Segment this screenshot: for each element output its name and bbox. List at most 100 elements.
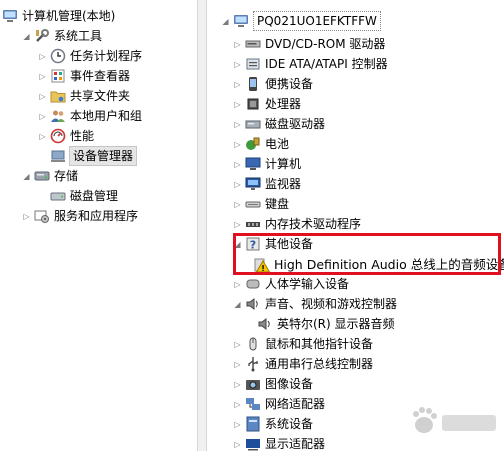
device-category-usb[interactable]: ▷ 通用串行总线控制器: [233, 354, 373, 374]
device-category-label: 图像设备: [265, 377, 314, 391]
tree-label-disk-management: 磁盘管理: [70, 189, 119, 203]
device-item-intel-audio[interactable]: 英特尔(R) 显示器音频: [257, 314, 395, 334]
monitor-icon: [245, 176, 261, 192]
device-category-network[interactable]: ▷ 网络适配器: [233, 394, 325, 414]
expand-arrow-icon[interactable]: ▷: [233, 438, 242, 450]
device-manager-icon: [50, 148, 66, 164]
device-category-label: 人体学输入设备: [265, 277, 350, 291]
device-category-other[interactable]: ◢ 其他设备: [233, 234, 313, 254]
users-icon: [50, 108, 66, 124]
device-category-hid[interactable]: ▷ 人体学输入设备: [233, 274, 349, 294]
device-category-label: 鼠标和其他指针设备: [265, 337, 374, 351]
tree-node-services-apps[interactable]: ▷ 服务和应用程序: [22, 206, 138, 226]
device-item-hd-audio[interactable]: High Definition Audio 总线上的音频设备: [254, 255, 504, 275]
expand-arrow-icon[interactable]: ▷: [233, 398, 242, 410]
expand-arrow-icon[interactable]: ▷: [38, 70, 47, 82]
device-category-mouse[interactable]: ▷ 鼠标和其他指针设备: [233, 334, 373, 354]
device-tree-pane[interactable]: ◢ PQ021UO1EFKTFFW ▷ DVD/CD-ROM 驱动器 ▷ IDE A…: [207, 0, 504, 451]
expand-arrow-icon[interactable]: ▷: [233, 378, 242, 390]
tree-node-event-viewer[interactable]: ▷ 事件查看器: [38, 66, 130, 86]
device-category-ide[interactable]: ▷ IDE ATA/ATAPI 控制器: [233, 54, 387, 74]
device-category-imaging[interactable]: ▷ 图像设备: [233, 374, 313, 394]
tree-node-device-manager[interactable]: 设备管理器: [50, 146, 138, 166]
speaker-icon: [257, 316, 273, 332]
expand-arrow-icon[interactable]: ▷: [38, 110, 47, 122]
device-category-battery[interactable]: ▷ 电池: [233, 134, 289, 154]
expand-arrow-icon[interactable]: ▷: [233, 98, 242, 110]
event-viewer-icon: [50, 68, 66, 84]
expand-arrow-icon[interactable]: ▷: [233, 38, 242, 50]
battery-icon: [245, 136, 261, 152]
device-category-computer[interactable]: ▷ 计算机: [233, 154, 301, 174]
tree-node-local-users[interactable]: ▷ 本地用户和组: [38, 106, 142, 126]
expand-arrow-icon[interactable]: ▷: [233, 278, 242, 290]
tree-node-storage[interactable]: ◢ 存储: [22, 166, 78, 186]
expand-arrow-icon[interactable]: ▷: [233, 178, 242, 190]
collapse-arrow-icon[interactable]: ◢: [22, 30, 31, 42]
device-category-system[interactable]: ▷ 系统设备: [233, 414, 313, 434]
expand-arrow-icon[interactable]: ▷: [38, 50, 47, 62]
tree-label-event-viewer: 事件查看器: [70, 69, 131, 83]
disk-management-icon: [50, 188, 66, 204]
pane-splitter[interactable]: [198, 0, 207, 451]
device-category-memory[interactable]: ▷ 内存技术驱动程序: [233, 214, 361, 234]
expand-arrow-icon[interactable]: ▷: [38, 90, 47, 102]
device-category-processor[interactable]: ▷ 处理器: [233, 94, 301, 114]
tree-node-system-tools[interactable]: ◢ 系统工具: [22, 26, 102, 46]
device-tree-host[interactable]: ◢ PQ021UO1EFKTFFW: [221, 11, 381, 31]
device-category-label: 便携设备: [265, 77, 314, 91]
tree-node-task-scheduler[interactable]: ▷ 任务计划程序: [38, 46, 142, 66]
device-category-disk-drives[interactable]: ▷ 磁盘驱动器: [233, 114, 325, 134]
tree-label-local-users: 本地用户和组: [70, 109, 143, 123]
host-name-label: PQ021UO1EFKTFFW: [253, 11, 381, 31]
device-category-dvd[interactable]: ▷ DVD/CD-ROM 驱动器: [233, 34, 385, 54]
expand-arrow-icon[interactable]: ▷: [233, 138, 242, 150]
device-category-label: 电池: [265, 137, 290, 151]
collapse-arrow-icon[interactable]: ◢: [22, 170, 31, 182]
expand-arrow-icon[interactable]: ▷: [233, 158, 242, 170]
device-category-label: 内存技术驱动程序: [265, 217, 362, 231]
left-navigation-pane[interactable]: 计算机管理(本地) ◢ 系统工具 ▷ 任务计划程序 ▷ 事件查看器 ▷ 共享文件…: [0, 0, 198, 451]
collapse-arrow-icon[interactable]: ◢: [221, 15, 230, 27]
tree-label-performance: 性能: [70, 129, 95, 143]
tree-label-system-tools: 系统工具: [54, 29, 103, 43]
expand-arrow-icon[interactable]: ▷: [38, 130, 47, 142]
device-item-label: High Definition Audio 总线上的音频设备: [274, 257, 504, 272]
device-category-portable[interactable]: ▷ 便携设备: [233, 74, 313, 94]
disk-drive-icon: [245, 116, 261, 132]
tree-node-performance[interactable]: ▷ 性能: [38, 126, 94, 146]
network-adapter-icon: [245, 396, 261, 412]
clock-icon: [50, 48, 66, 64]
ide-controller-icon: [245, 56, 261, 72]
device-category-sound[interactable]: ◢ 声音、视频和游戏控制器: [233, 294, 397, 314]
tree-label-storage: 存储: [54, 169, 79, 183]
collapse-arrow-icon[interactable]: ◢: [233, 238, 242, 250]
tree-node-disk-management[interactable]: 磁盘管理: [50, 186, 118, 206]
expand-arrow-icon[interactable]: ▷: [233, 118, 242, 130]
expand-arrow-icon[interactable]: ▷: [233, 218, 242, 230]
camera-icon: [245, 376, 261, 392]
memory-icon: [245, 216, 261, 232]
computer-icon: [2, 8, 18, 24]
device-category-label: 计算机: [265, 157, 302, 171]
device-category-keyboards[interactable]: ▷ 键盘: [233, 194, 289, 214]
expand-arrow-icon[interactable]: ▷: [233, 418, 242, 430]
expand-arrow-icon[interactable]: ▷: [233, 78, 242, 90]
expand-arrow-icon[interactable]: ▷: [22, 210, 31, 222]
expand-arrow-icon[interactable]: ▷: [233, 58, 242, 70]
device-category-label: DVD/CD-ROM 驱动器: [265, 37, 386, 51]
expand-arrow-icon[interactable]: ▷: [233, 338, 242, 350]
device-category-label: 其他设备: [265, 237, 314, 251]
expand-arrow-icon[interactable]: ▷: [233, 198, 242, 210]
tree-node-root[interactable]: 计算机管理(本地): [2, 6, 115, 26]
tree-label-services-apps: 服务和应用程序: [54, 209, 139, 223]
paw-logo-icon: [413, 407, 496, 433]
usb-icon: [245, 356, 261, 372]
collapse-arrow-icon[interactable]: ◢: [233, 298, 242, 310]
expand-arrow-icon[interactable]: ▷: [233, 358, 242, 370]
watermark-logo: [408, 401, 500, 445]
tree-node-shared-folders[interactable]: ▷ 共享文件夹: [38, 86, 130, 106]
performance-icon: [50, 128, 66, 144]
device-category-monitors[interactable]: ▷ 监视器: [233, 174, 301, 194]
device-category-display[interactable]: ▷ 显示适配器: [233, 434, 325, 451]
